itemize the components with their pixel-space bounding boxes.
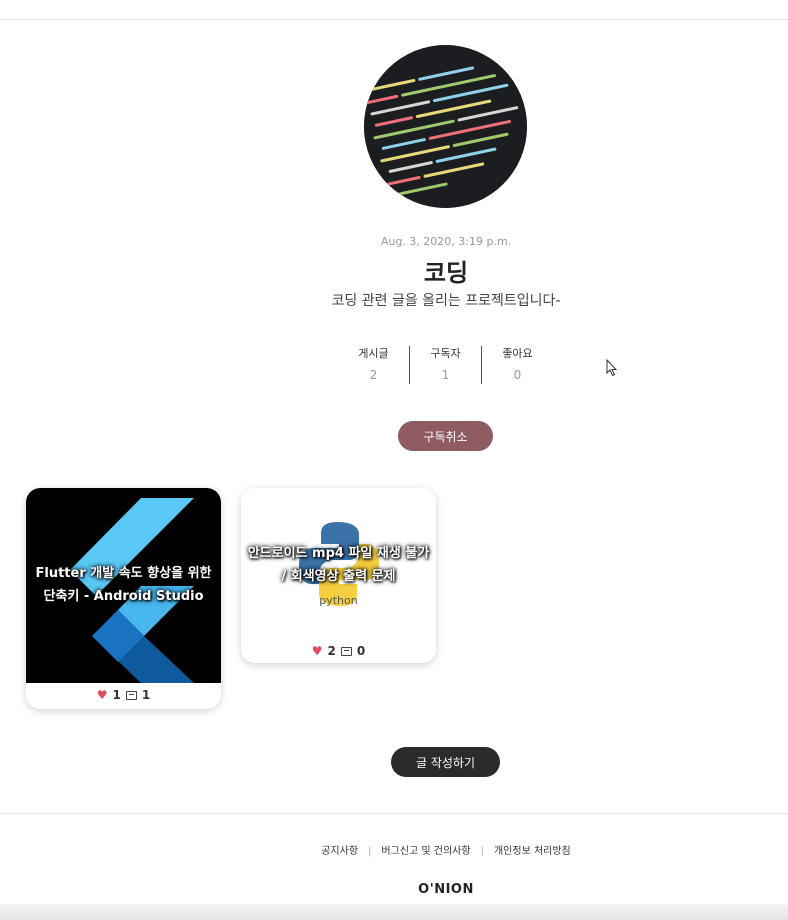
- post-card-flutter[interactable]: Flutter 개발 속도 향상을 위한 단축키 - Android Studi…: [26, 488, 221, 709]
- stat-likes: 좋아요 0: [482, 346, 553, 384]
- stat-label: 좋아요: [502, 347, 533, 360]
- stat-value: 2: [369, 368, 378, 382]
- mouse-cursor-icon: [606, 358, 618, 381]
- project-date: Aug. 3, 2020, 3:19 p.m.: [380, 235, 512, 248]
- footer-brand: O'NION: [418, 882, 474, 897]
- post-title: Flutter 개발 속도 향상을 위한 단축키 - Android Studi…: [35, 566, 212, 604]
- project-stats: 게시글 2 구독자 1 좋아요 0: [338, 346, 553, 384]
- project-title: 코딩: [423, 259, 469, 287]
- write-post-button[interactable]: 글 작성하기: [391, 747, 500, 777]
- footer-link-privacy[interactable]: 개인정보 처리방침: [494, 846, 571, 857]
- post-card-android[interactable]: 안드로이드 mp4 파일 재생 불가 / 회색영상 출력 문제 python ♥…: [241, 488, 436, 663]
- python-logo-text: python: [319, 594, 358, 607]
- footer-separator: |: [480, 846, 484, 857]
- bottom-band: [0, 904, 788, 920]
- stat-subscribers: 구독자 1: [410, 346, 482, 384]
- post-meta: ♥ 1 1: [26, 688, 221, 702]
- stat-posts: 게시글 2: [338, 346, 410, 384]
- comment-count: 1: [141, 688, 151, 702]
- header-divider: [0, 19, 788, 20]
- footer-links: 공지사항 | 버그신고 및 건의사항 | 개인정보 처리방침: [0, 842, 788, 857]
- comment-icon: [340, 646, 352, 656]
- post-thumbnail: Flutter 개발 속도 향상을 위한 단축키 - Android Studi…: [26, 488, 221, 683]
- heart-icon: ♥: [96, 688, 108, 702]
- stat-value: 1: [441, 368, 450, 382]
- comment-count: 0: [356, 644, 366, 658]
- post-meta: ♥ 2 0: [241, 644, 436, 658]
- stat-label: 게시글: [358, 347, 389, 360]
- unsubscribe-button[interactable]: 구독취소: [398, 421, 493, 451]
- footer-separator: |: [368, 846, 372, 857]
- project-avatar: [364, 45, 527, 208]
- footer-divider: [0, 813, 788, 814]
- like-count: 2: [327, 644, 336, 658]
- project-description: 코딩 관련 글을 올리는 프로젝트입니다-: [331, 293, 561, 309]
- comment-icon: [125, 690, 137, 700]
- post-thumbnail: 안드로이드 mp4 파일 재생 불가 / 회색영상 출력 문제 python: [241, 488, 436, 638]
- like-count: 1: [112, 688, 121, 702]
- post-title: 안드로이드 mp4 파일 재생 불가 / 회색영상 출력 문제: [247, 546, 430, 584]
- footer-link-bug-report[interactable]: 버그신고 및 건의사항: [381, 846, 470, 857]
- heart-icon: ♥: [311, 644, 323, 658]
- stat-label: 구독자: [430, 347, 461, 360]
- stat-value: 0: [513, 368, 522, 382]
- footer-link-notice[interactable]: 공지사항: [321, 846, 358, 857]
